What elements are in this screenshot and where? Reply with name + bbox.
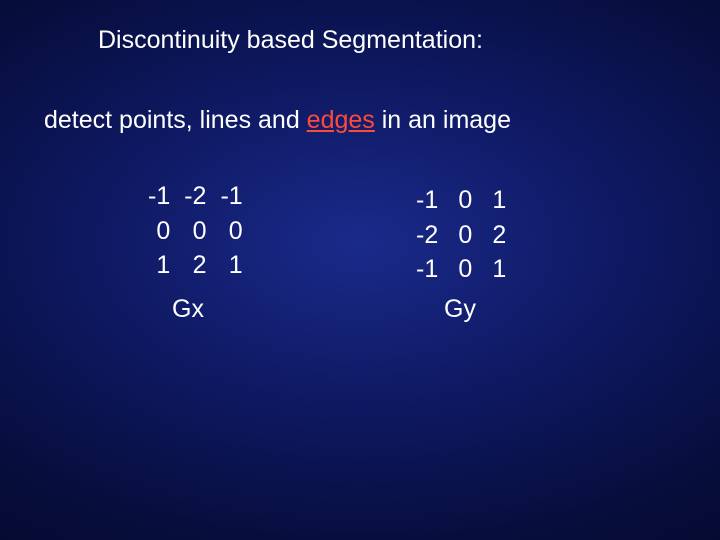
gx-label: Gx	[172, 295, 204, 324]
gx-cell: 1	[142, 249, 176, 282]
gx-cell: 0	[178, 215, 212, 248]
gy-cell: -2	[410, 219, 444, 252]
slide-subtitle: detect points, lines and edges in an ima…	[44, 106, 511, 135]
gy-cell: 0	[446, 219, 478, 252]
gx-cell: 2	[178, 249, 212, 282]
gy-cell: 0	[446, 253, 478, 286]
gy-cell: 0	[446, 184, 478, 217]
gy-cell: -1	[410, 253, 444, 286]
gx-cell: -1	[214, 180, 248, 213]
gy-cell: 1	[480, 184, 512, 217]
gx-cell: -2	[178, 180, 212, 213]
gx-cell: -1	[142, 180, 176, 213]
slide: Discontinuity based Segmentation: detect…	[0, 0, 720, 540]
gy-cell: 1	[480, 253, 512, 286]
table-row: -1 0 1	[410, 184, 512, 217]
gy-cell: -1	[410, 184, 444, 217]
table-row: -1 -2 -1	[142, 180, 249, 213]
gx-matrix: -1 -2 -1 0 0 0 1 2 1	[140, 178, 251, 284]
gy-matrix: -1 0 1 -2 0 2 -1 0 1	[408, 182, 514, 288]
slide-title: Discontinuity based Segmentation:	[98, 26, 483, 55]
table-row: -2 0 2	[410, 219, 512, 252]
gy-label: Gy	[444, 295, 476, 324]
subtitle-post: in an image	[375, 106, 511, 134]
subtitle-edges: edges	[307, 106, 375, 134]
gy-cell: 2	[480, 219, 512, 252]
table-row: 0 0 0	[142, 215, 249, 248]
table-row: -1 0 1	[410, 253, 512, 286]
table-row: 1 2 1	[142, 249, 249, 282]
subtitle-pre: detect points, lines and	[44, 106, 307, 134]
gx-cell: 1	[214, 249, 248, 282]
gx-cell: 0	[214, 215, 248, 248]
gx-cell: 0	[142, 215, 176, 248]
